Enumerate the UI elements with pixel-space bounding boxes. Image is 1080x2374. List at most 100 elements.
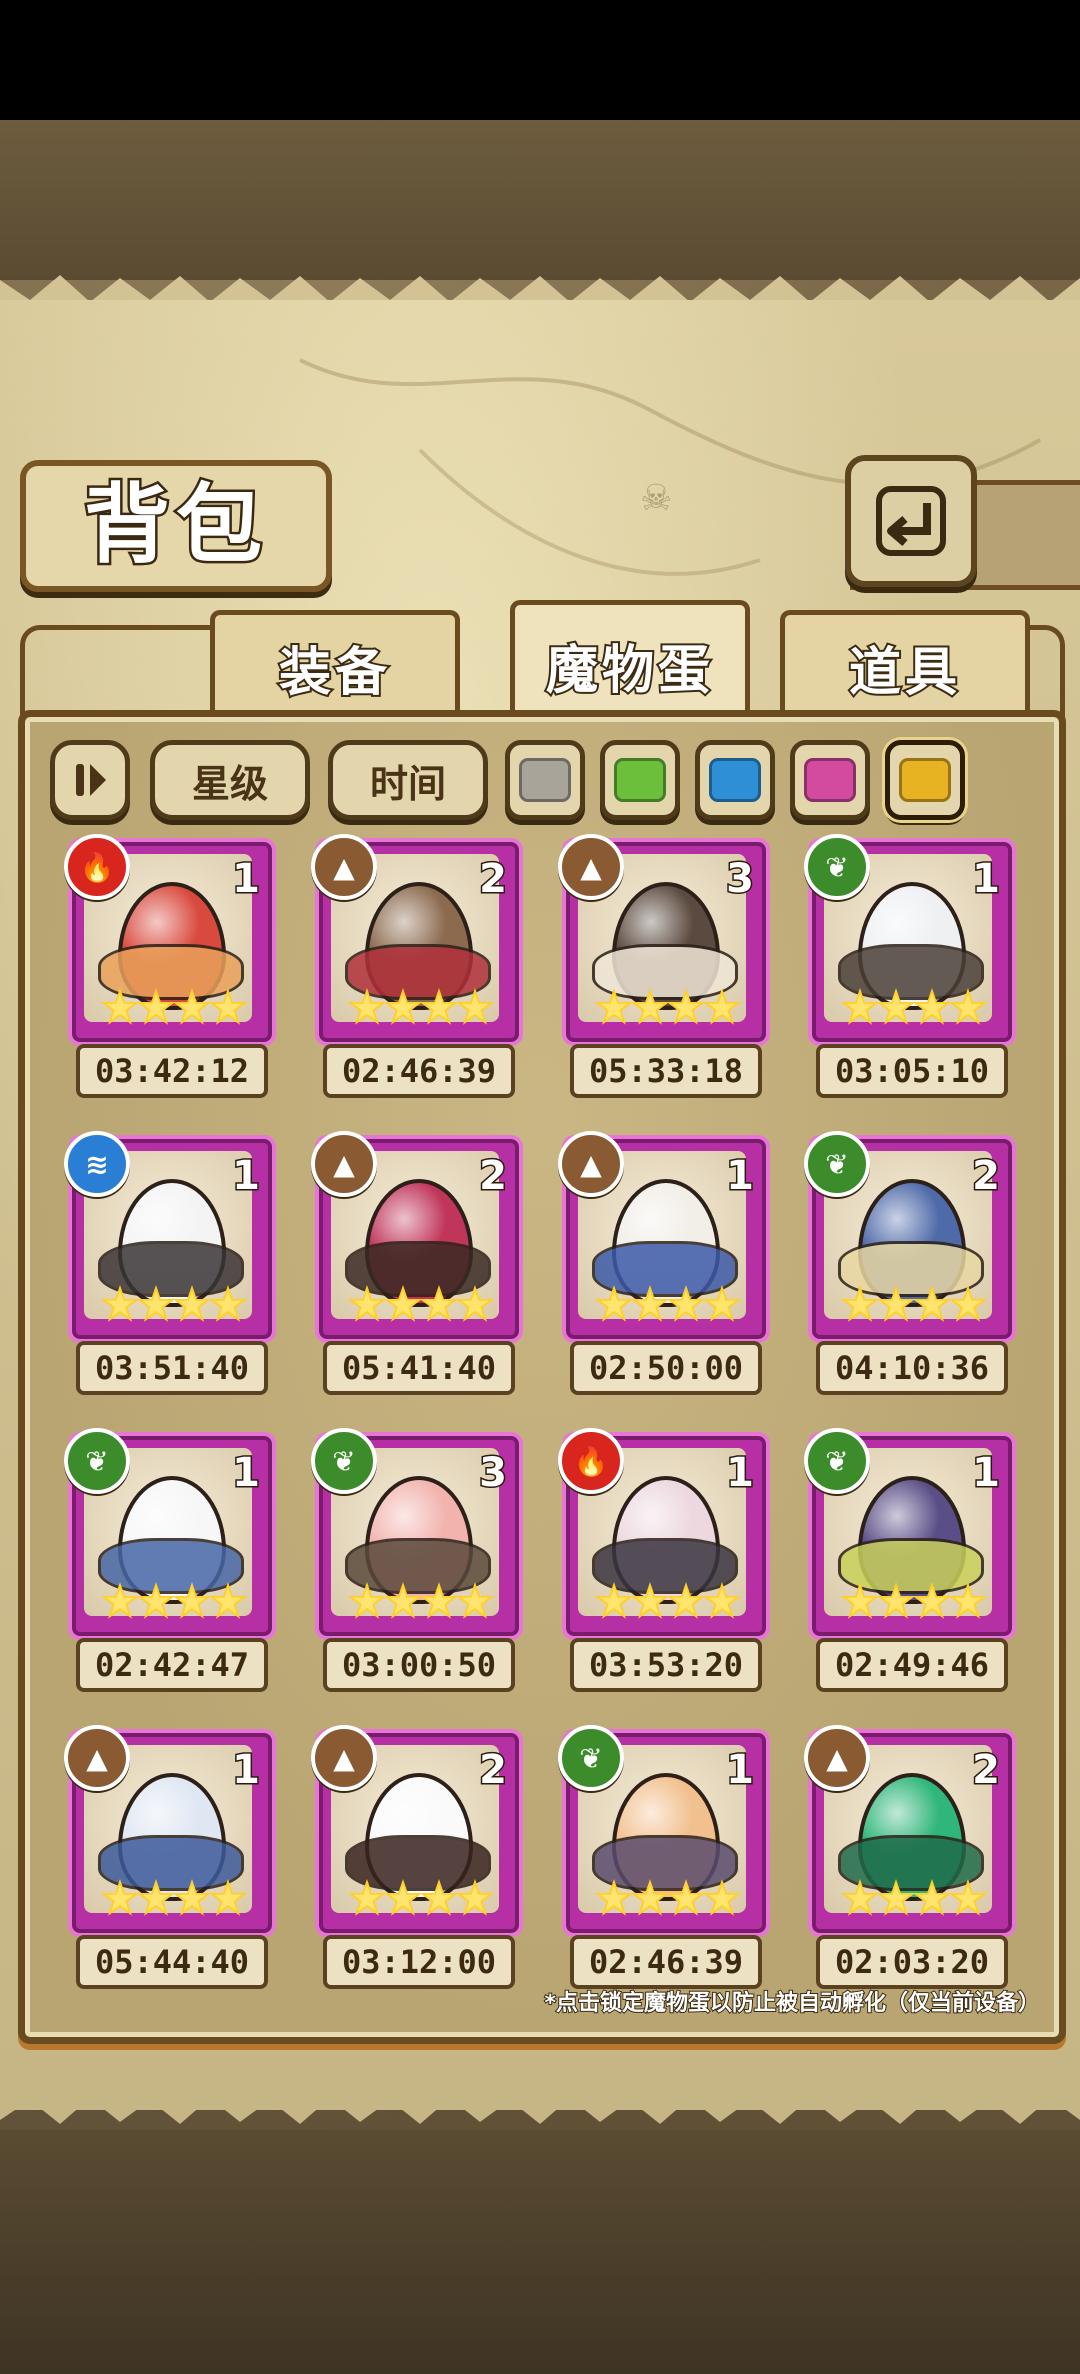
star-rating xyxy=(341,988,501,1028)
egg-card[interactable]: ❦ 2 04:10:36 xyxy=(804,1131,1016,1395)
star-icon xyxy=(876,1582,916,1619)
star-icon xyxy=(419,1879,459,1916)
egg-card[interactable]: ❦ 1 03:05:10 xyxy=(804,834,1016,1098)
star-rating xyxy=(588,1582,748,1622)
egg-count: 1 xyxy=(971,1449,1002,1498)
egg-card-frame: ❦ 1 xyxy=(558,1725,770,1937)
egg-count: 1 xyxy=(725,1449,756,1498)
tab-monster-eggs[interactable]: 魔物蛋 xyxy=(510,600,750,725)
star-icon xyxy=(136,1879,176,1916)
egg-card-frame: ❦ 1 xyxy=(64,1428,276,1640)
filter-pink-button[interactable] xyxy=(790,740,870,820)
lock-hint-note: *点击锁定魔物蛋以防止被自动孵化（仅当前设备） xyxy=(543,1990,1041,2017)
star-icon xyxy=(172,988,212,1025)
star-icon xyxy=(948,1879,988,1916)
star-rating xyxy=(94,1879,254,1919)
hatch-timer: 02:46:39 xyxy=(570,1935,762,1989)
egg-count: 2 xyxy=(971,1746,1002,1795)
hatch-timer: 03:42:12 xyxy=(76,1044,268,1098)
egg-card[interactable]: ❦ 1 02:49:46 xyxy=(804,1428,1016,1692)
egg-count: 2 xyxy=(478,855,509,904)
water-element-icon: ≋ xyxy=(64,1131,130,1197)
hatch-timer: 03:51:40 xyxy=(76,1341,268,1395)
star-icon xyxy=(666,1582,706,1619)
egg-card-frame: ▲ 2 xyxy=(804,1725,1016,1937)
hatch-timer: 02:46:39 xyxy=(323,1044,515,1098)
egg-card-frame: 🔥 1 xyxy=(558,1428,770,1640)
hatch-timer: 03:05:10 xyxy=(816,1044,1008,1098)
egg-card[interactable]: ≋ 1 03:51:40 xyxy=(64,1131,276,1395)
egg-count: 2 xyxy=(478,1152,509,1201)
star-icon xyxy=(840,988,880,1025)
egg-card[interactable]: ▲ 2 02:03:20 xyxy=(804,1725,1016,1989)
egg-card-frame: ▲ 3 xyxy=(558,834,770,1046)
star-icon xyxy=(912,1285,952,1322)
filter-gray-button[interactable] xyxy=(505,740,585,820)
egg-card[interactable]: ▲ 1 02:50:00 xyxy=(558,1131,770,1395)
egg-count: 1 xyxy=(725,1152,756,1201)
star-rating xyxy=(834,1879,994,1919)
page-title-plate: 背包 xyxy=(20,460,332,592)
star-icon xyxy=(666,1879,706,1916)
back-button[interactable] xyxy=(845,455,977,587)
filter-gold-button[interactable] xyxy=(885,740,965,820)
tab-equipment[interactable]: 装备 xyxy=(210,610,460,720)
sort-by-time-button[interactable]: 时间 xyxy=(328,740,488,820)
fire-element-icon: 🔥 xyxy=(558,1428,624,1494)
star-icon xyxy=(347,1285,387,1322)
star-icon xyxy=(100,1285,140,1322)
nature-element-icon: ❦ xyxy=(311,1428,377,1494)
star-rating xyxy=(94,1285,254,1325)
egg-count: 1 xyxy=(231,1449,262,1498)
egg-card-frame: ▲ 2 xyxy=(311,1131,523,1343)
star-icon xyxy=(172,1285,212,1322)
egg-card[interactable]: ▲ 3 05:33:18 xyxy=(558,834,770,1098)
star-icon xyxy=(594,1285,634,1322)
nature-element-icon: ❦ xyxy=(64,1428,130,1494)
star-icon xyxy=(948,1582,988,1619)
star-icon xyxy=(455,1582,495,1619)
map-bottom-strip xyxy=(0,2130,1080,2374)
egg-card[interactable]: 🔥 1 03:53:20 xyxy=(558,1428,770,1692)
filter-green-button[interactable] xyxy=(600,740,680,820)
star-icon xyxy=(208,1879,248,1916)
egg-card[interactable]: ▲ 2 02:46:39 xyxy=(311,834,523,1098)
tab-items-label: 道具 xyxy=(847,641,961,705)
egg-card[interactable]: 🔥 1 03:42:12 xyxy=(64,834,276,1098)
star-icon xyxy=(876,1285,916,1322)
egg-card[interactable]: ❦ 1 02:46:39 xyxy=(558,1725,770,1989)
egg-count: 1 xyxy=(231,1746,262,1795)
star-icon xyxy=(594,1879,634,1916)
hatch-timer: 02:49:46 xyxy=(816,1638,1008,1692)
star-icon xyxy=(419,1285,459,1322)
nature-element-icon: ❦ xyxy=(804,1131,870,1197)
star-icon xyxy=(347,1879,387,1916)
star-icon xyxy=(630,1285,670,1322)
egg-card[interactable]: ❦ 1 02:42:47 xyxy=(64,1428,276,1692)
egg-count: 1 xyxy=(725,1746,756,1795)
hatch-timer: 02:42:47 xyxy=(76,1638,268,1692)
star-rating xyxy=(94,988,254,1028)
star-icon xyxy=(876,1879,916,1916)
filter-blue-button[interactable] xyxy=(695,740,775,820)
egg-card[interactable]: ▲ 2 05:41:40 xyxy=(311,1131,523,1395)
tab-equipment-label: 装备 xyxy=(277,641,391,705)
star-icon xyxy=(702,1582,742,1619)
star-icon xyxy=(347,988,387,1025)
hatch-timer: 04:10:36 xyxy=(816,1341,1008,1395)
filter-green-swatch xyxy=(614,758,666,802)
sort-by-stars-button[interactable]: 星级 xyxy=(150,740,310,820)
star-icon xyxy=(912,988,952,1025)
egg-card[interactable]: ▲ 1 05:44:40 xyxy=(64,1725,276,1989)
tab-items[interactable]: 道具 xyxy=(780,610,1030,720)
hatch-timer: 03:00:50 xyxy=(323,1638,515,1692)
egg-card[interactable]: ❦ 3 03:00:50 xyxy=(311,1428,523,1692)
egg-card[interactable]: ▲ 2 03:12:00 xyxy=(311,1725,523,1989)
star-icon xyxy=(948,988,988,1025)
star-icon xyxy=(702,1285,742,1322)
sort-order-button[interactable] xyxy=(50,740,130,820)
star-icon xyxy=(630,1879,670,1916)
sort-by-stars-label: 星级 xyxy=(191,761,268,806)
star-icon xyxy=(419,988,459,1025)
torn-edge-bottom xyxy=(0,2090,1080,2124)
